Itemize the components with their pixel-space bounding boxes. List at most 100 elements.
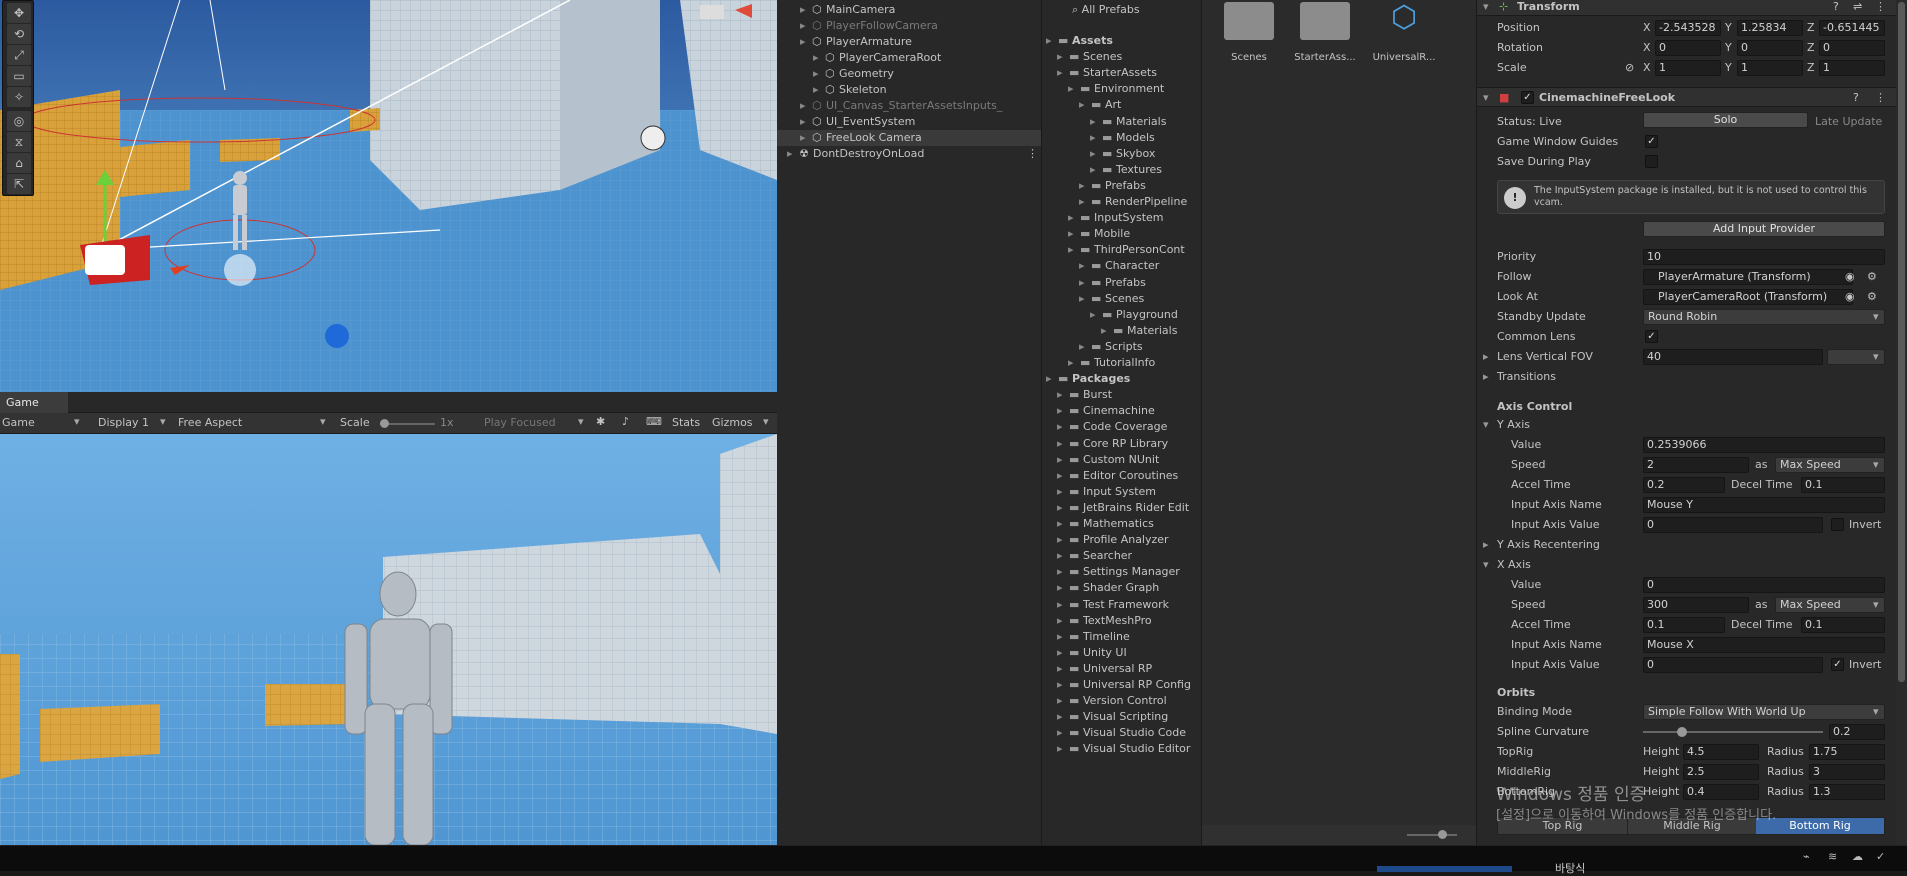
chevron-right-icon[interactable]: ▸ (1483, 370, 1489, 383)
project-folder-item[interactable]: ▸ ▬ Shader Graph (1042, 580, 1202, 596)
rotation-z-field[interactable]: 0 (1819, 40, 1885, 56)
position-y-field[interactable]: 1.25834 (1737, 20, 1803, 36)
folder-icon[interactable] (1224, 2, 1274, 40)
project-folder-item[interactable]: ▸ ▬ Visual Studio Code (1042, 725, 1202, 741)
scale-x-field[interactable]: 1 (1655, 60, 1721, 76)
project-folder-item[interactable]: ▸ ▬ Core RP Library (1042, 436, 1202, 452)
scale-tool-icon[interactable]: ⤢ (7, 45, 31, 65)
chevron-right-icon[interactable]: ▸ (1057, 468, 1063, 484)
game-view[interactable] (0, 434, 777, 845)
priority-field[interactable]: 10 (1643, 249, 1885, 265)
rotate-tool-icon[interactable]: ⟲ (7, 24, 31, 44)
help-icon[interactable]: ? (1853, 91, 1859, 104)
lens-fov-field[interactable]: 40 (1643, 349, 1823, 365)
snap-tool-icon[interactable]: ⌂ (7, 153, 31, 173)
chevron-right-icon[interactable]: ▸ (800, 98, 806, 114)
inspector-scrollbar-thumb[interactable] (1898, 2, 1905, 682)
project-folder-item[interactable]: ▸ ▬ StarterAssets (1042, 65, 1202, 81)
pivot-tool-icon[interactable]: ⇱ (7, 174, 31, 194)
chevron-right-icon[interactable]: ▸ (1057, 484, 1063, 500)
project-folder-item[interactable]: ▸ ▬ Unity UI (1042, 645, 1202, 661)
spline-curvature-field[interactable]: 0.2 (1829, 724, 1885, 740)
project-folder-item[interactable]: ▸ ▬ Universal RP Config (1042, 677, 1202, 693)
project-folder-item[interactable]: ▸ ▬ Packages (1042, 371, 1202, 387)
chevron-right-icon[interactable]: ▸ (1068, 242, 1074, 258)
chevron-right-icon[interactable]: ▸ (1057, 548, 1063, 564)
chevron-right-icon[interactable]: ▸ (1057, 500, 1063, 516)
menu-icon[interactable]: ⋮ (1875, 0, 1886, 13)
position-z-field[interactable]: -0.651445 (1819, 20, 1885, 36)
project-folder-item[interactable]: ▸ ▬ TextMeshPro (1042, 613, 1202, 629)
project-folder-item[interactable]: ▸ ▬ Custom NUnit (1042, 452, 1202, 468)
custom-tool-icon[interactable]: ◎ (7, 111, 31, 131)
solo-button[interactable]: Solo (1643, 112, 1808, 128)
project-folder-item[interactable]: ▸ ▬ Playground (1042, 307, 1202, 323)
hierarchy-item[interactable]: ▸ ☢ DontDestroyOnLoad ⋮ (777, 146, 1041, 162)
common-lens-checkbox[interactable]: ✓ (1645, 330, 1658, 343)
chevron-right-icon[interactable]: ▸ (813, 82, 819, 98)
y-axis-invert-checkbox[interactable] (1831, 518, 1844, 531)
follow-field[interactable]: PlayerArmature (Transform) (1643, 269, 1853, 285)
chevron-right-icon[interactable]: ▸ (1057, 597, 1063, 613)
chevron-right-icon[interactable]: ▸ (1079, 291, 1085, 307)
network-icon[interactable]: ⌁ (1803, 850, 1810, 863)
y-axis-accel-field[interactable]: 0.2 (1643, 477, 1725, 493)
project-folder-item[interactable]: ▸ ▬ Mobile (1042, 226, 1202, 242)
chevron-right-icon[interactable]: ▸ (1079, 258, 1085, 274)
spline-curvature-handle[interactable] (1677, 727, 1687, 737)
project-folder-item[interactable]: ▸ ▬ Scenes (1042, 49, 1202, 65)
chevron-right-icon[interactable]: ▸ (1079, 339, 1085, 355)
chevron-right-icon[interactable]: ▸ (813, 50, 819, 66)
chevron-right-icon[interactable]: ▸ (1057, 580, 1063, 596)
chevron-right-icon[interactable]: ▸ (800, 34, 806, 50)
y-axis-decel-field[interactable]: 0.1 (1801, 477, 1885, 493)
project-folder-item[interactable]: ▸ ▬ Visual Studio Editor (1042, 741, 1202, 757)
chevron-right-icon[interactable]: ▸ (1057, 677, 1063, 693)
target-icon[interactable]: ◉ (1845, 270, 1855, 283)
chevron-right-icon[interactable]: ▸ (1057, 387, 1063, 403)
chevron-right-icon[interactable]: ▸ (1090, 114, 1096, 130)
chevron-right-icon[interactable]: ▸ (1057, 741, 1063, 757)
hierarchy-item[interactable]: ▸ ⬡ PlayerFollowCamera (777, 18, 1041, 34)
chevron-right-icon[interactable]: ▸ (1057, 49, 1063, 65)
project-folder-item[interactable]: ▸ ▬ Prefabs (1042, 178, 1202, 194)
hierarchy-item[interactable]: ▸ ⬡ UI_Canvas_StarterAssetsInputs_ (777, 98, 1041, 114)
zoom-slider[interactable] (1407, 834, 1457, 836)
x-axis-axis-name-field[interactable]: Mouse X (1643, 637, 1885, 653)
chevron-right-icon[interactable]: ▸ (813, 66, 819, 82)
chevron-right-icon[interactable]: ▸ (1057, 532, 1063, 548)
project-folder-item[interactable]: ▸ ▬ JetBrains Rider Edit (1042, 500, 1202, 516)
chevron-right-icon[interactable]: ▸ (1046, 33, 1052, 49)
menu-icon[interactable]: ⋮ (1875, 91, 1886, 104)
project-folder-item[interactable]: ▸ ▬ Visual Scripting (1042, 709, 1202, 725)
scene-view[interactable]: ✥ ⟲ ⤢ ▭ ✧ ◎ ⧖ ⌂ ⇱ (0, 0, 777, 392)
game-window-guides-checkbox[interactable]: ✓ (1645, 135, 1658, 148)
hierarchy-item[interactable]: ▸ ⬡ FreeLook Camera (777, 130, 1041, 146)
project-folder-item[interactable]: ▸ ▬ Prefabs (1042, 275, 1202, 291)
speaker-icon[interactable]: ♪ (622, 415, 629, 428)
chevron-right-icon[interactable]: ▸ (1079, 178, 1085, 194)
project-folder-item[interactable]: ▸ ▬ Models (1042, 130, 1202, 146)
project-folder-item[interactable]: ▸ ▬ Assets (1042, 33, 1202, 49)
project-folder-item[interactable]: ▸ ▬ Materials (1042, 114, 1202, 130)
editor-tool-icon[interactable]: ⧖ (7, 132, 31, 152)
chevron-right-icon[interactable]: ▸ (1090, 307, 1096, 323)
bottom-rig-height-field[interactable]: 0.4 (1683, 784, 1759, 800)
menu-icon[interactable]: ⋮ (1027, 146, 1038, 162)
chevron-right-icon[interactable]: ▸ (800, 2, 806, 18)
look-at-field[interactable]: PlayerCameraRoot (Transform) (1643, 289, 1853, 305)
project-folder-item[interactable]: ▸ ▬ Input System (1042, 484, 1202, 500)
project-folder-item[interactable]: ▸ ▬ Universal RP (1042, 661, 1202, 677)
x-axis-speed-mode-dropdown[interactable]: Max Speed (1775, 597, 1885, 613)
keyboard-icon[interactable]: ⌨ (646, 415, 662, 428)
project-folder-item[interactable]: ▸ ▬ Skybox (1042, 146, 1202, 162)
taskbar-thumbnail[interactable] (1377, 866, 1512, 872)
game-mode-dropdown[interactable]: Game (2, 416, 35, 429)
project-folder-item[interactable]: ▸ ▬ Test Framework (1042, 597, 1202, 613)
chevron-right-icon[interactable]: ▸ (1068, 81, 1074, 97)
move-tool-icon[interactable]: ✥ (7, 3, 31, 23)
chevron-right-icon[interactable]: ▸ (1090, 130, 1096, 146)
chevron-right-icon[interactable]: ▸ (800, 130, 806, 146)
target-icon[interactable]: ◉ (1845, 290, 1855, 303)
display-dropdown[interactable]: Display 1 (98, 416, 149, 429)
